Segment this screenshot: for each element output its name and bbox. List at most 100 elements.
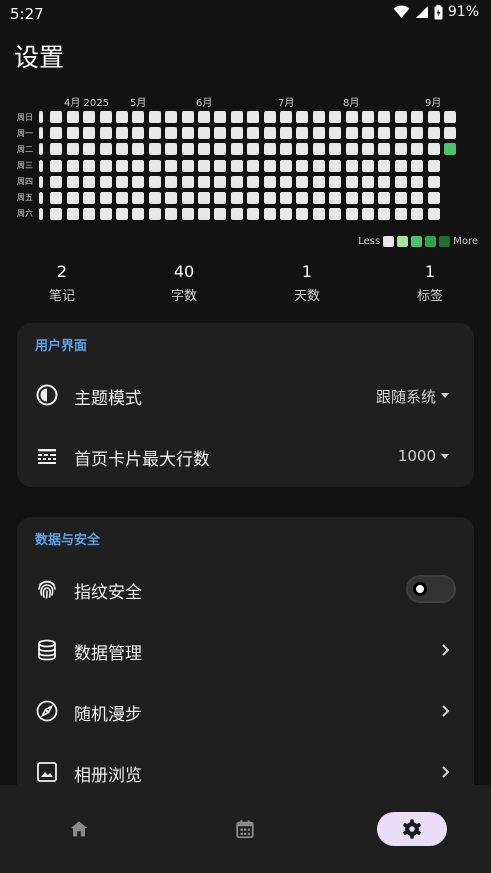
heatmap-cell	[280, 159, 292, 172]
heatmap-cell	[39, 175, 43, 188]
max-lines-row[interactable]: 首页卡片最大行数 1000	[17, 426, 474, 487]
heatmap-cell	[427, 127, 440, 140]
heatmap-cell	[181, 127, 194, 140]
text-lines-icon	[38, 449, 56, 464]
wifi-icon	[393, 5, 410, 18]
heatmap-cell	[39, 159, 43, 172]
nav-settings[interactable]	[377, 812, 447, 846]
heatmap-cell	[312, 143, 325, 156]
chevron-right-icon	[442, 766, 450, 778]
stat-notes: 2 笔记	[22, 262, 102, 304]
heatmap-cell	[394, 192, 407, 204]
heatmap-cell	[39, 111, 43, 123]
calendar-icon	[236, 820, 254, 839]
heatmap-cell	[198, 127, 210, 140]
heatmap-cell	[214, 175, 227, 188]
heatmap-cell	[444, 143, 456, 156]
heatmap-cell	[263, 175, 276, 188]
heatmap-cell	[66, 192, 79, 204]
heatmap-cell	[39, 127, 43, 140]
heatmap-cell	[378, 143, 391, 156]
heatmap-month-label: 6月	[196, 98, 213, 109]
legend-swatch	[425, 236, 437, 247]
heatmap-cell	[214, 127, 227, 140]
legend-less-label: Less	[358, 236, 381, 247]
heatmap-cell	[378, 111, 391, 123]
chevron-right-icon	[442, 644, 450, 656]
heatmap-cell	[263, 159, 276, 172]
stat-label: 标签	[416, 289, 443, 304]
random-walk-row[interactable]: 随机漫步	[17, 681, 474, 742]
heatmap-cell	[263, 111, 276, 123]
heatmap-cell	[312, 192, 325, 204]
heatmap-cell	[50, 127, 63, 140]
heatmap-cell	[427, 208, 440, 221]
heatmap-cell	[411, 175, 424, 188]
heatmap-cell	[329, 127, 342, 140]
heatmap-cell	[362, 127, 374, 140]
theme-mode-row[interactable]: 主题模式 跟随系统	[17, 365, 474, 426]
heatmap-day-label: 周五	[17, 193, 33, 202]
heatmap-cell	[329, 111, 342, 123]
stat-value: 40	[173, 262, 195, 281]
heatmap-cell	[280, 111, 292, 123]
fingerprint-row[interactable]: 指纹安全	[17, 559, 474, 620]
heatmap-cell	[378, 208, 391, 221]
heatmap-cell	[378, 159, 391, 172]
heatmap-cell	[296, 208, 309, 221]
heatmap-cell	[148, 192, 161, 204]
heatmap-cell	[280, 143, 292, 156]
legend-swatch	[439, 236, 451, 247]
theme-mode-value: 跟随系统	[375, 388, 436, 406]
nav-calendar[interactable]	[210, 812, 280, 846]
heatmap-cell	[394, 208, 407, 221]
legend-swatch	[397, 236, 409, 247]
heatmap-cell	[411, 111, 424, 123]
nav-home[interactable]	[44, 812, 114, 846]
fingerprint-label: 指纹安全	[74, 583, 142, 603]
heatmap-cell	[230, 127, 243, 140]
heatmap-cell	[214, 111, 227, 123]
heatmap-cell	[427, 143, 440, 156]
heatmap-cell	[394, 159, 407, 172]
heatmap-cell	[312, 175, 325, 188]
heatmap-cell	[83, 192, 96, 204]
heatmap-cell	[411, 159, 424, 172]
gallery-label: 相册浏览	[74, 766, 142, 786]
heatmap-cell	[83, 143, 96, 156]
heatmap-cell	[198, 192, 210, 204]
heatmap-cell	[165, 208, 178, 221]
heatmap-cell	[427, 111, 440, 123]
heatmap-cell	[444, 111, 456, 123]
heatmap-month-label: 4月 2025	[64, 98, 109, 109]
heatmap-cell	[148, 208, 161, 221]
gear-icon	[403, 819, 421, 839]
heatmap-cell	[362, 111, 374, 123]
heatmap-cell	[116, 159, 128, 172]
battery-percent: 91%	[447, 4, 479, 20]
data-security-card: 数据与安全 指纹安全 数据管理 随机漫步 相册浏览	[17, 517, 474, 817]
heatmap-cell	[165, 192, 178, 204]
heatmap-cell	[83, 127, 96, 140]
heatmap-cell	[362, 159, 374, 172]
fingerprint-toggle[interactable]	[406, 575, 456, 603]
heatmap-cell	[411, 192, 424, 204]
heatmap-cell	[329, 208, 342, 221]
heatmap-cell	[214, 208, 227, 221]
activity-heatmap: 4月 2025 5月 6月 7月 8月 9月 周日 周一 周二 周三 周四 周五…	[0, 90, 491, 250]
dropdown-arrow-icon	[441, 393, 449, 398]
heatmap-cell	[394, 175, 407, 188]
heatmap-day-label: 周六	[17, 209, 33, 218]
heatmap-cell	[247, 127, 260, 140]
toggle-knob	[413, 582, 427, 596]
heatmap-cell	[83, 111, 96, 123]
heatmap-cell	[296, 192, 309, 204]
heatmap-cell	[345, 127, 358, 140]
heatmap-cell	[280, 175, 292, 188]
stat-label: 字数	[170, 289, 197, 304]
heatmap-cell	[99, 175, 112, 188]
stat-value: 1	[424, 262, 436, 281]
heatmap-cell	[312, 208, 325, 221]
data-management-row[interactable]: 数据管理	[17, 620, 474, 681]
heatmap-cell	[394, 143, 407, 156]
